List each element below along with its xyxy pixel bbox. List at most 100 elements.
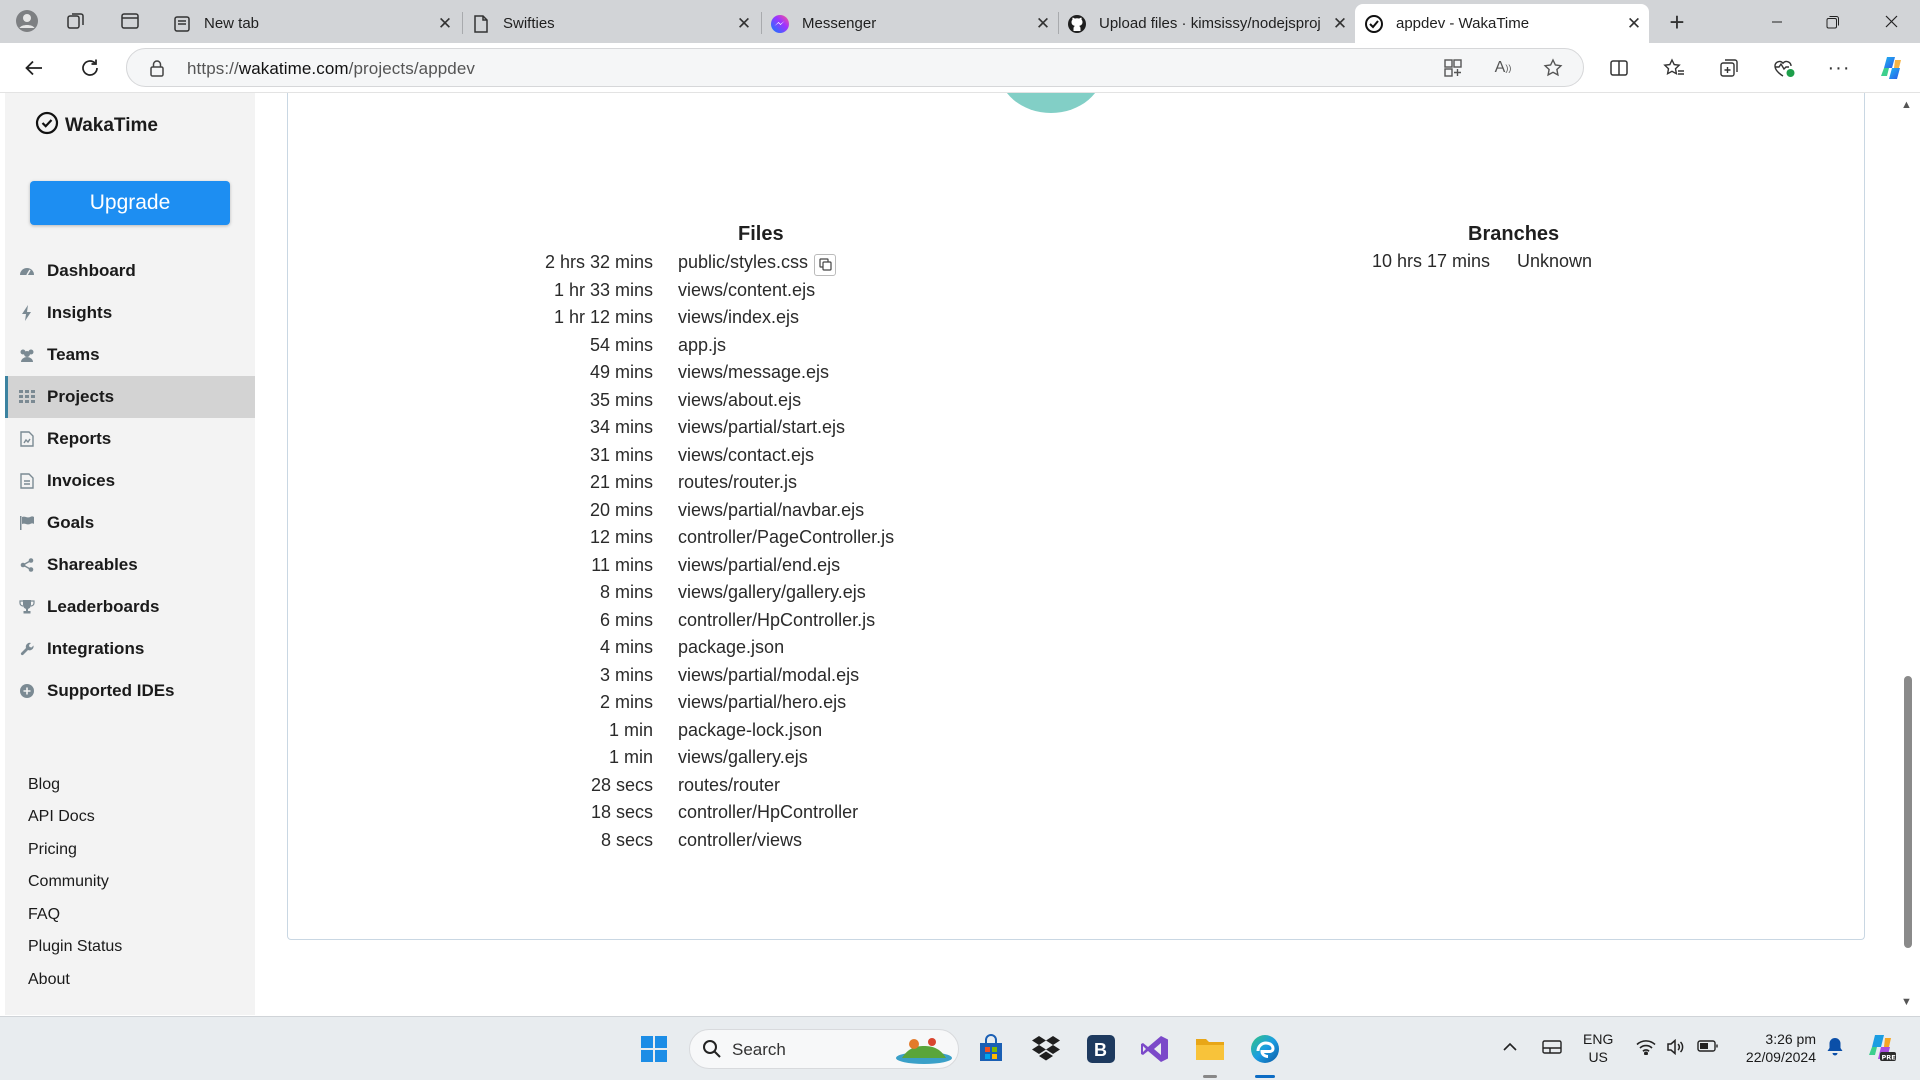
edge-browser-icon[interactable] [1245, 1029, 1285, 1069]
vertical-tabs-icon[interactable] [113, 5, 147, 37]
windows-start-icon[interactable] [634, 1029, 674, 1069]
taskbar-search[interactable]: Search [689, 1029, 959, 1069]
footer-link-pricing[interactable]: Pricing [28, 841, 77, 859]
brand-name: WakaTime [65, 115, 158, 136]
battery-icon[interactable] [1697, 1039, 1719, 1056]
tab-new-tab[interactable]: New tab ✕ [163, 4, 460, 43]
sidebar-item-dashboard[interactable]: Dashboard [5, 250, 255, 292]
file-name: views/about.ejs [678, 390, 801, 411]
wakatime-logo[interactable]: WakaTime [35, 111, 158, 141]
footer-link-community[interactable]: Community [28, 873, 109, 891]
language-indicator[interactable]: ENG US [1583, 1030, 1613, 1066]
tab-title: Messenger [802, 15, 877, 32]
lock-icon[interactable] [145, 57, 169, 79]
sidebar-item-leaderboards[interactable]: Leaderboards [5, 586, 255, 628]
browser-essentials-icon[interactable] [1766, 51, 1802, 85]
project-stats-card: Files 2 hrs 32 mins public/styles.css 1 hr… [287, 93, 1865, 940]
page-scrollbar[interactable]: ▲ ▼ [1896, 93, 1920, 1015]
file-path: views/contact.ejs [678, 444, 815, 465]
more-options-icon[interactable]: ··· [1821, 51, 1857, 85]
sidebar-item-reports[interactable]: Reports [5, 418, 255, 460]
plus-circle-icon [17, 684, 37, 698]
wifi-icon[interactable] [1636, 1039, 1656, 1058]
address-bar[interactable]: https://wakatime.com/projects/appdev A)) [126, 48, 1584, 87]
file-path: views/message.ejs [678, 362, 830, 382]
show-hidden-icons-icon[interactable] [1502, 1039, 1518, 1055]
file-path: routes/router [678, 774, 781, 795]
windows-taskbar: Search B ENG US 3:26 pm 22/09/2024 PRE [0, 1016, 1920, 1080]
scroll-up-icon[interactable]: ▲ [1901, 99, 1912, 111]
close-tab-icon[interactable]: ✕ [729, 14, 759, 34]
refresh-icon[interactable] [72, 51, 108, 85]
file-row: 6 mins controller/HpController.js [255, 610, 1173, 637]
wakatime-logo-icon [35, 111, 59, 141]
copilot-icon[interactable] [1874, 51, 1910, 85]
tab-wakatime-appdev[interactable]: appdev - WakaTime ✕ [1355, 4, 1649, 43]
bootstrap-studio-icon[interactable]: B [1081, 1029, 1121, 1069]
volume-icon[interactable] [1666, 1038, 1686, 1058]
sidebar-item-teams[interactable]: Teams [5, 334, 255, 376]
close-tab-icon[interactable]: ✕ [1619, 14, 1649, 34]
profile-icon[interactable] [10, 5, 44, 37]
file-row: 4 mins package.json [255, 637, 1173, 664]
favorite-star-icon[interactable] [1541, 57, 1565, 79]
touch-keyboard-icon[interactable] [1542, 1039, 1562, 1058]
footer-link-blog[interactable]: Blog [28, 776, 60, 794]
file-duration: 54 mins [589, 334, 653, 355]
split-screen-icon[interactable] [1601, 51, 1637, 85]
system-clock[interactable]: 3:26 pm 22/09/2024 [1734, 1030, 1816, 1066]
close-tab-icon[interactable]: ✕ [1028, 14, 1058, 34]
footer-link-plugin-status[interactable]: Plugin Status [28, 938, 122, 956]
dropbox-icon[interactable] [1026, 1029, 1066, 1069]
close-tab-icon[interactable]: ✕ [1325, 14, 1355, 34]
footer-link-faq[interactable]: FAQ [28, 906, 60, 924]
notifications-bell-icon[interactable] [1826, 1037, 1844, 1060]
footer-link-api-docs[interactable]: API Docs [28, 808, 95, 826]
bolt-icon [17, 305, 37, 321]
sidebar-item-label: Teams [47, 345, 100, 364]
collections-icon[interactable] [1711, 51, 1747, 85]
new-tab-button[interactable]: + [1660, 6, 1694, 38]
sidebar-item-insights[interactable]: Insights [5, 292, 255, 334]
back-icon[interactable] [16, 51, 52, 85]
minimize-icon[interactable] [1749, 0, 1805, 43]
workspaces-icon[interactable] [59, 5, 93, 37]
file-duration: 18 secs [590, 802, 653, 822]
favorites-icon[interactable] [1656, 51, 1692, 85]
restore-icon[interactable] [1805, 0, 1861, 43]
branches-heading: Branches [1468, 223, 1560, 245]
messenger-icon [770, 14, 790, 34]
sidebar-item-goals[interactable]: Goals [5, 502, 255, 544]
copilot-preview-icon[interactable]: PRE [1866, 1033, 1896, 1066]
file-duration: 1 min [608, 719, 653, 740]
language-code: ENG [1583, 1031, 1614, 1047]
file-row: 1 hr 12 mins views/index.ejs [255, 307, 1173, 334]
sidebar-item-shareables[interactable]: Shareables [5, 544, 255, 586]
file-name: views/partial/navbar.ejs [678, 500, 864, 521]
url-text[interactable]: https://wakatime.com/projects/appdev [187, 59, 475, 79]
copy-icon[interactable] [814, 253, 837, 276]
scrollbar-thumb[interactable] [1904, 676, 1912, 948]
tab-messenger[interactable]: Messenger ✕ [761, 4, 1058, 43]
microsoft-store-icon[interactable] [971, 1029, 1011, 1069]
sidebar-item-supported-ides[interactable]: Supported IDEs [5, 670, 255, 712]
file-path: package.json [678, 637, 785, 657]
footer-link-about[interactable]: About [28, 971, 70, 989]
sidebar-item-projects[interactable]: Projects [5, 376, 255, 418]
read-aloud-icon[interactable]: A)) [1491, 57, 1515, 79]
sidebar-item-integrations[interactable]: Integrations [5, 628, 255, 670]
github-icon [1067, 14, 1087, 34]
file-row: 3 mins views/partial/modal.ejs [255, 665, 1173, 692]
visual-studio-icon[interactable] [1135, 1029, 1175, 1069]
sidebar-item-invoices[interactable]: Invoices [5, 460, 255, 502]
search-highlight-icon [894, 1034, 954, 1071]
tab-github-upload[interactable]: Upload files · kimsissy/nodejsproj ✕ [1058, 4, 1355, 43]
scroll-down-icon[interactable]: ▼ [1901, 996, 1912, 1008]
tab-swifties[interactable]: Swifties ✕ [462, 4, 759, 43]
tab-title: Swifties [503, 15, 555, 32]
close-tab-icon[interactable]: ✕ [430, 14, 460, 34]
apps-available-icon[interactable] [1441, 57, 1465, 79]
upgrade-button[interactable]: Upgrade [30, 181, 230, 225]
file-explorer-icon[interactable] [1190, 1029, 1230, 1069]
close-window-icon[interactable] [1863, 0, 1919, 43]
